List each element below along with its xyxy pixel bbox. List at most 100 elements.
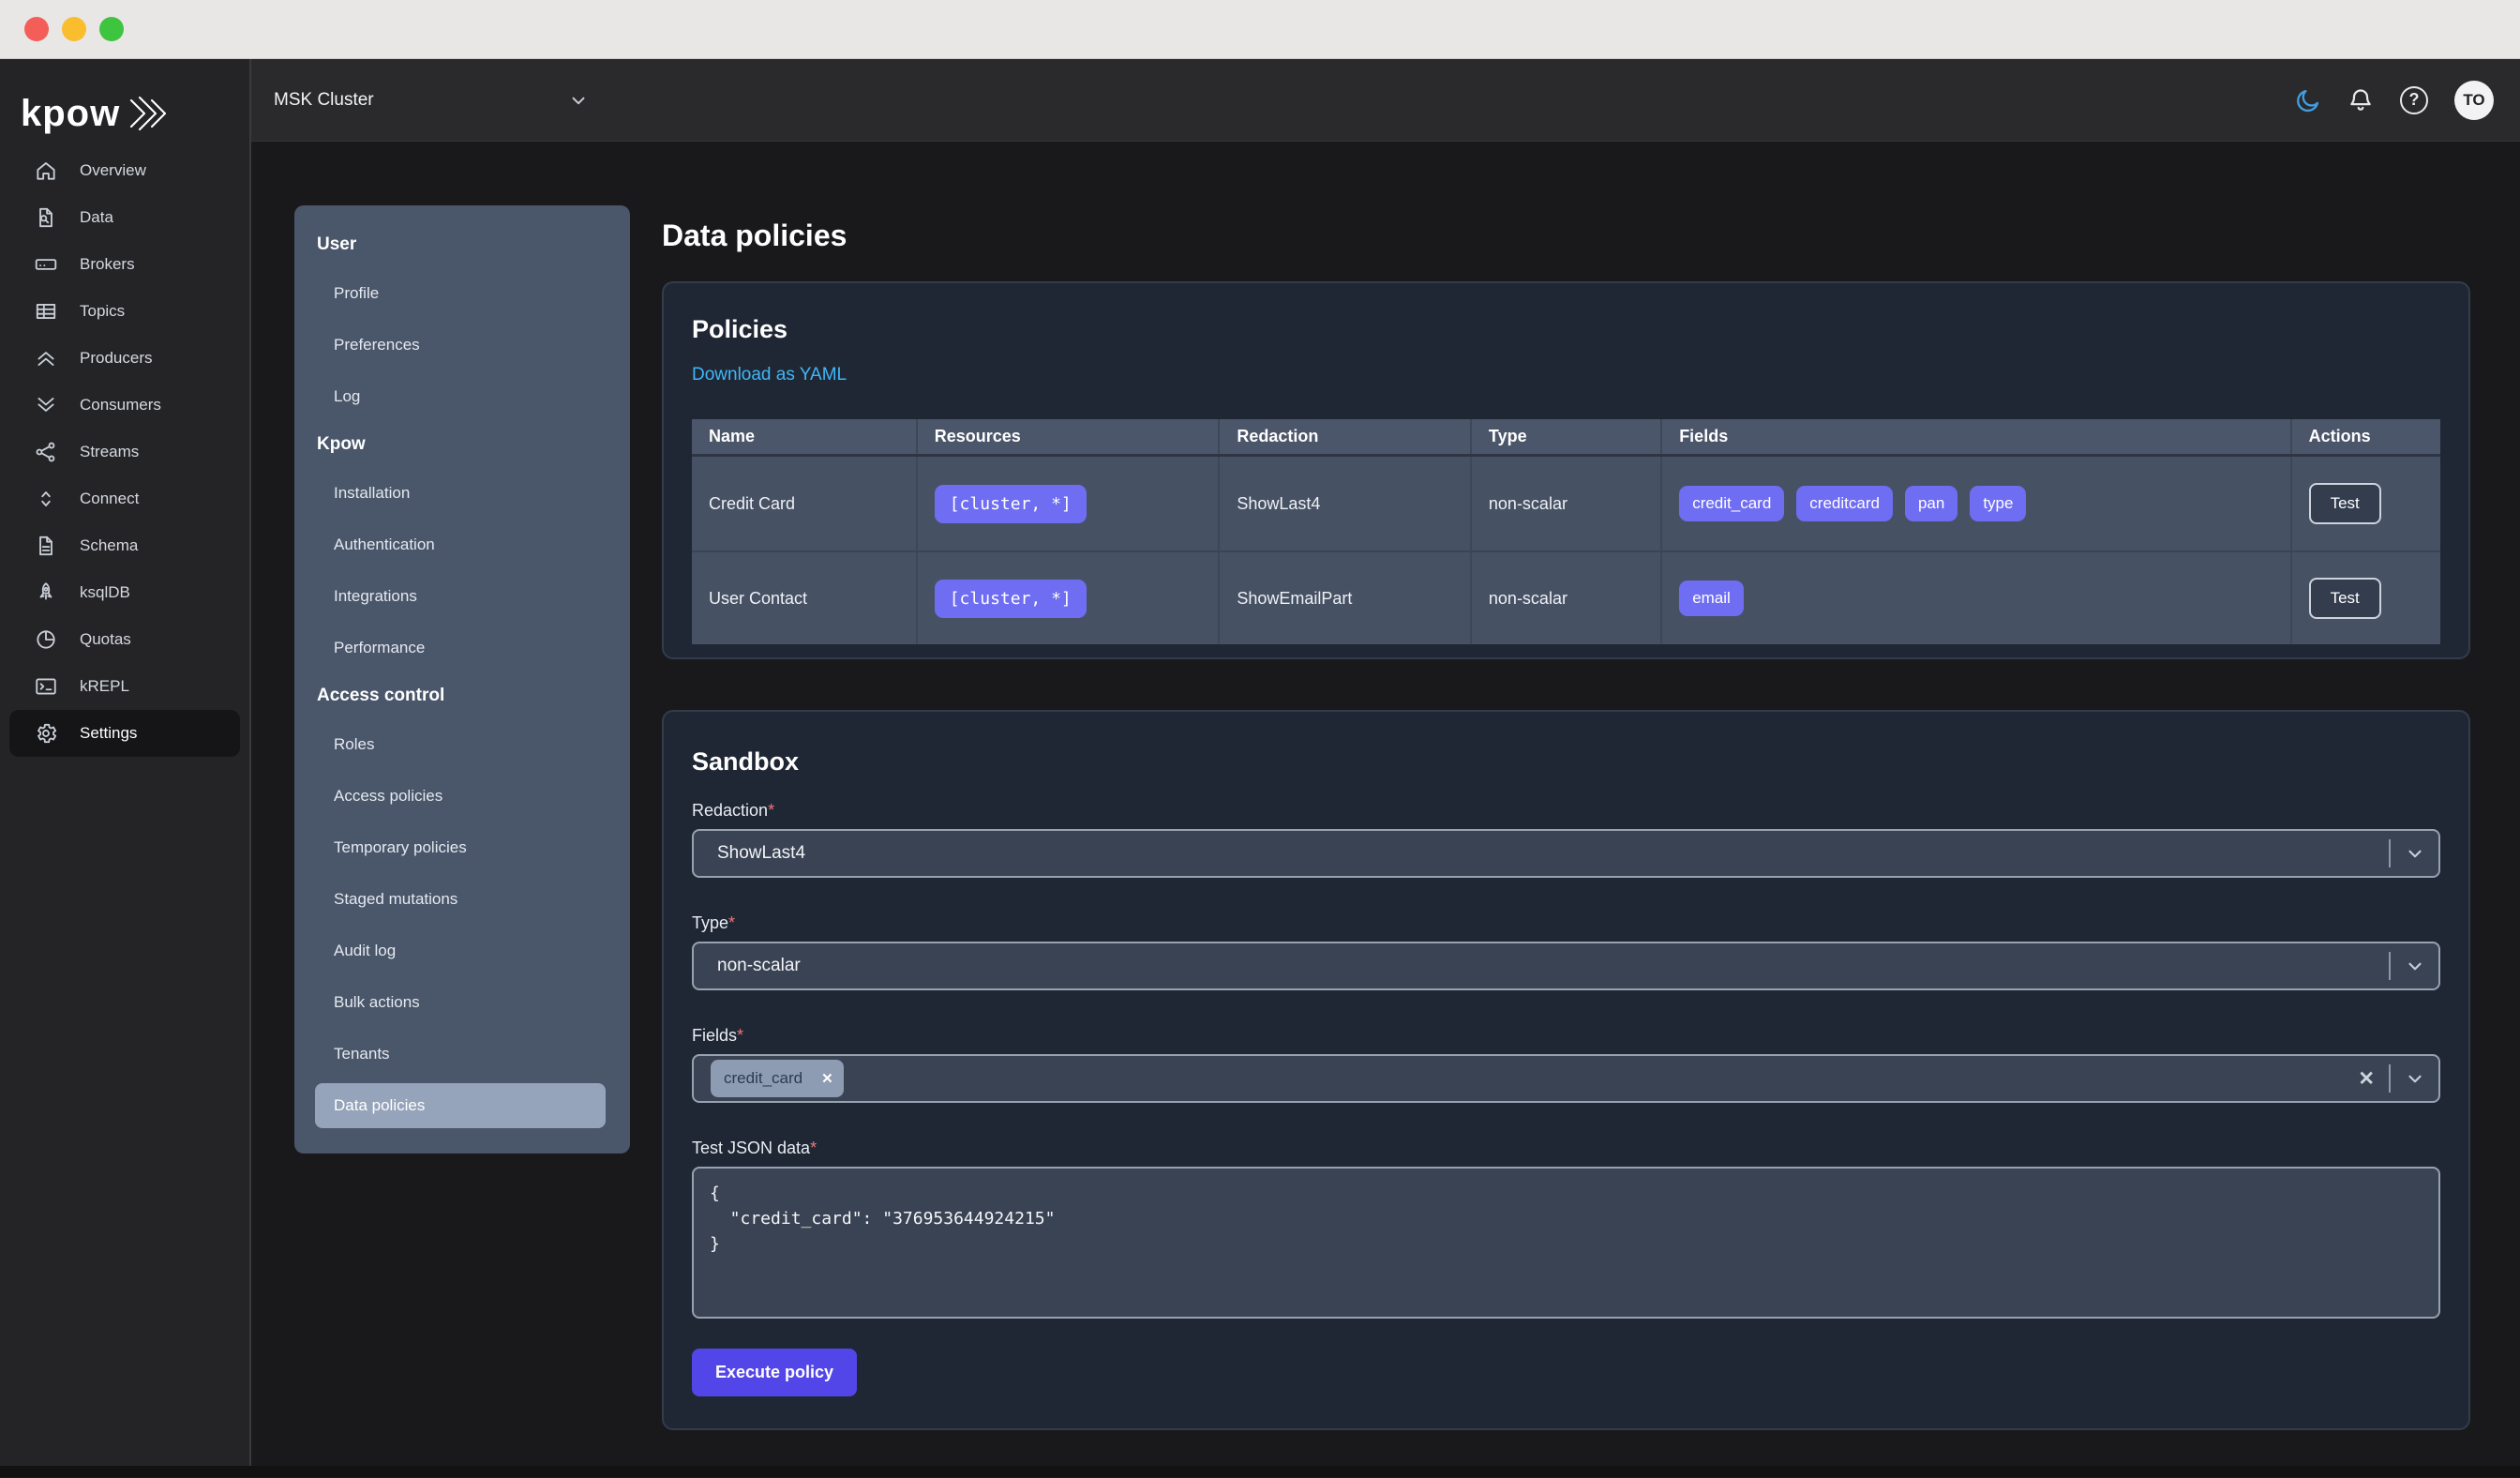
test-policy-button[interactable]: Test (2308, 578, 2381, 619)
redaction-label: Redaction* (692, 801, 775, 820)
moon-icon[interactable] (2295, 87, 2321, 113)
subnav-item-audit-log[interactable]: Audit log (294, 925, 630, 976)
subnav-item-integrations[interactable]: Integrations (294, 570, 630, 622)
macos-titlebar (0, 0, 2520, 59)
cell-redaction: ShowEmailPart (1218, 552, 1470, 644)
column-header-resources: Resources (915, 419, 1219, 454)
chevrons-down-icon (34, 393, 58, 417)
cluster-selector[interactable]: MSK Cluster (274, 90, 589, 111)
help-icon[interactable]: ? (2400, 85, 2428, 114)
fields-label: Fields* (692, 1026, 744, 1045)
chevron-down-icon[interactable] (2405, 956, 2425, 976)
sidebar-item-label: Schema (80, 536, 139, 554)
home-icon (34, 158, 58, 183)
cell-redaction: ShowLast4 (1218, 457, 1470, 550)
subnav-section-access-control: Access control (317, 686, 445, 705)
sidebar-item-label: Producers (80, 349, 153, 367)
sidebar-item-quotas[interactable]: Quotas (0, 616, 249, 663)
required-asterisk: * (728, 913, 736, 932)
bell-icon[interactable] (2348, 87, 2374, 113)
sidebar-item-data[interactable]: Data (0, 194, 249, 241)
document-search-icon (34, 205, 58, 230)
sandbox-card: Sandbox Redaction* ShowLast4 Type* non-s… (662, 710, 2470, 1430)
table-row: Credit Card [cluster, *] ShowLast4 non-scal… (692, 457, 2440, 550)
cell-name: Credit Card (692, 457, 916, 550)
sidebar-item-label: Connect (80, 490, 140, 507)
fields-field-group: Fields* credit_card ✕ ✕ (692, 1026, 2440, 1103)
cell-fields: credit_card creditcard pan type (1660, 457, 2289, 550)
close-window-button[interactable] (24, 17, 49, 41)
sidebar-item-streams[interactable]: Streams (0, 429, 249, 475)
subnav-item-installation[interactable]: Installation (294, 467, 630, 519)
sidebar-item-settings[interactable]: Settings (9, 710, 240, 757)
field-badge: type (1970, 486, 2027, 521)
type-select[interactable]: non-scalar (692, 942, 2440, 990)
kpow-logo-text: kpow (21, 93, 121, 134)
download-yaml-link[interactable]: Download as YAML (692, 365, 847, 385)
policies-card: Policies Download as YAML Name Resources R… (662, 281, 2470, 659)
sidebar-item-label: Brokers (80, 255, 135, 273)
subnav-item-bulk-actions[interactable]: Bulk actions (294, 976, 630, 1028)
select-divider (2389, 1064, 2391, 1093)
subnav-item-data-policies[interactable]: Data policies (315, 1083, 606, 1128)
sidebar-item-label: Quotas (80, 630, 131, 648)
sidebar-item-label: Overview (80, 161, 146, 179)
redaction-select[interactable]: ShowLast4 (692, 829, 2440, 878)
redaction-value: ShowLast4 (1237, 493, 1321, 513)
sidebar-item-topics[interactable]: Topics (0, 288, 249, 335)
gear-icon (34, 721, 58, 746)
chevron-down-icon[interactable] (2405, 1068, 2425, 1089)
subnav-item-roles[interactable]: Roles (294, 718, 630, 770)
column-header-type: Type (1469, 419, 1660, 454)
zoom-window-button[interactable] (99, 17, 124, 41)
sidebar-item-brokers[interactable]: Brokers (0, 241, 249, 288)
fields-multiselect[interactable]: credit_card ✕ ✕ (692, 1054, 2440, 1103)
sidebar-item-krepl[interactable]: kREPL (0, 663, 249, 710)
double-chevron-logo-icon (128, 95, 171, 132)
sidebar-item-label: Streams (80, 443, 140, 460)
test-policy-button[interactable]: Test (2308, 483, 2381, 524)
sidebar-item-consumers[interactable]: Consumers (0, 382, 249, 429)
type-select-value: non-scalar (717, 956, 801, 975)
field-badge: pan (1904, 486, 1958, 521)
subnav-item-temporary-policies[interactable]: Temporary policies (294, 822, 630, 873)
column-header-name: Name (709, 427, 756, 445)
sidebar-item-connect[interactable]: Connect (0, 475, 249, 522)
cell-name: User Contact (692, 552, 916, 644)
sidebar-item-ksqldb[interactable]: ksqlDB (0, 569, 249, 616)
sidebar-item-schema[interactable]: Schema (0, 522, 249, 569)
terminal-icon (34, 674, 58, 699)
subnav-item-performance[interactable]: Performance (294, 622, 630, 673)
chevron-down-icon[interactable] (2405, 843, 2425, 864)
subnav-item-authentication[interactable]: Authentication (294, 519, 630, 570)
sidebar-item-label: Topics (80, 302, 126, 320)
subnav-item-preferences[interactable]: Preferences (294, 319, 630, 370)
selected-field-chip-label: credit_card (724, 1069, 803, 1087)
cell-resources: [cluster, *] (915, 552, 1219, 644)
kpow-logo: kpow (0, 59, 249, 140)
subnav-item-staged-mutations[interactable]: Staged mutations (294, 873, 630, 925)
avatar[interactable]: TO (2454, 80, 2494, 120)
avatar-initials: TO (2463, 90, 2485, 109)
clear-selection-icon[interactable]: ✕ (2358, 1069, 2375, 1089)
resources-badge: [cluster, *] (934, 579, 1087, 618)
subnav-item-log[interactable]: Log (294, 370, 630, 422)
sidebar-item-overview[interactable]: Overview (0, 147, 249, 194)
chevrons-up-icon (34, 346, 58, 370)
type-value: non-scalar (1488, 493, 1568, 513)
sidebar-item-label: Settings (80, 724, 138, 742)
minimize-window-button[interactable] (62, 17, 86, 41)
subnav-item-access-policies[interactable]: Access policies (294, 770, 630, 822)
test-json-textarea[interactable]: { "credit_card": "376953644924215" } (692, 1167, 2440, 1319)
field-badge: credit_card (1679, 486, 1785, 521)
page-title: Data policies (662, 219, 848, 252)
document-icon (34, 534, 58, 558)
required-asterisk: * (737, 1026, 744, 1045)
subnav-item-tenants[interactable]: Tenants (294, 1028, 630, 1079)
subnav-item-profile[interactable]: Profile (294, 267, 630, 319)
sidebar-item-producers[interactable]: Producers (0, 335, 249, 382)
execute-policy-button[interactable]: Execute policy (692, 1349, 858, 1396)
type-value: non-scalar (1488, 588, 1568, 608)
pie-chart-icon (34, 627, 58, 652)
remove-chip-icon[interactable]: ✕ (811, 1070, 844, 1087)
